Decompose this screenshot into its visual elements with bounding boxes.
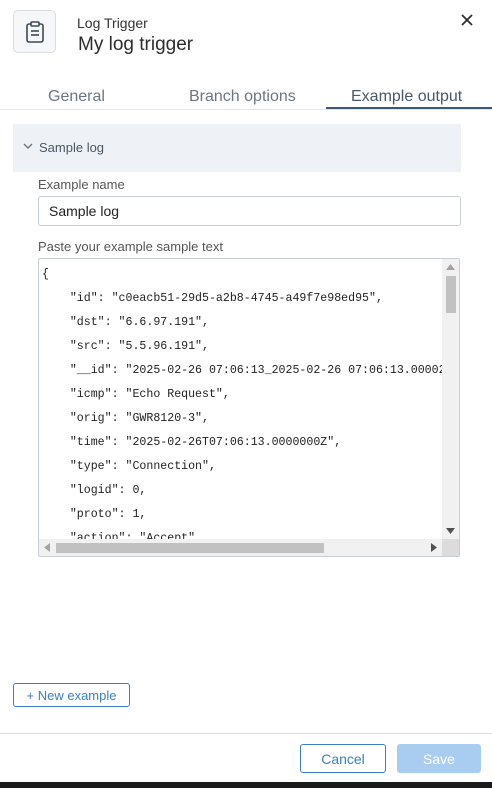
clipboard-icon (25, 20, 44, 43)
tab-branch-options[interactable]: Branch options (189, 88, 296, 106)
cancel-button[interactable]: Cancel (300, 744, 386, 773)
close-button[interactable] (458, 11, 476, 29)
tab-bar: General Branch options Example output (0, 84, 492, 110)
new-example-button[interactable]: + New example (13, 683, 130, 707)
tab-example-output[interactable]: Example output (351, 88, 462, 106)
example-name-label: Example name (38, 177, 125, 192)
close-icon (461, 14, 473, 26)
vertical-scrollbar[interactable] (442, 259, 459, 540)
scroll-left-icon[interactable] (44, 543, 50, 552)
code-line: "src": "5.5.96.191", (42, 340, 209, 353)
example-name-input[interactable] (38, 196, 461, 226)
active-tab-indicator (326, 107, 492, 109)
code-line: "logid": 0, (42, 484, 147, 497)
scroll-right-icon[interactable] (431, 543, 437, 552)
horizontal-scroll-thumb[interactable] (56, 543, 324, 553)
code-line: "__id": "2025-02-26 07:06:13_2025-02-26 … (42, 364, 460, 377)
trigger-type-icon (13, 10, 56, 53)
panel-header: Log Trigger My log trigger (0, 0, 492, 72)
code-line: "time": "2025-02-26T07:06:13.0000000Z", (42, 436, 342, 449)
trigger-name: My log trigger (78, 34, 194, 55)
code-line: "icmp": "Echo Request", (42, 388, 230, 401)
sample-text-editor[interactable]: { "id": "c0eacb51-29d5-a2b8-4745-a49f7e9… (38, 258, 460, 557)
scroll-down-icon[interactable] (446, 528, 455, 534)
save-button[interactable]: Save (397, 744, 481, 773)
code-content: { "id": "c0eacb51-29d5-a2b8-4745-a49f7e9… (42, 263, 460, 551)
taskbar-edge (0, 782, 492, 788)
scrollbar-corner (442, 539, 459, 556)
footer-divider (0, 733, 492, 734)
horizontal-scrollbar[interactable] (39, 539, 459, 556)
trigger-type-label: Log Trigger (77, 15, 148, 31)
code-line: { (42, 268, 49, 281)
code-line: "orig": "GWR8120-3", (42, 412, 209, 425)
sample-text-label: Paste your example sample text (38, 239, 223, 254)
chevron-down-icon (23, 143, 33, 149)
code-line: "type": "Connection", (42, 460, 216, 473)
tab-general[interactable]: General (48, 88, 105, 106)
sample-log-section-header[interactable]: Sample log (13, 124, 461, 172)
code-line: "proto": 1, (42, 508, 147, 521)
section-title: Sample log (39, 140, 105, 155)
code-line: "id": "c0eacb51-29d5-a2b8-4745-a49f7e98e… (42, 292, 383, 305)
vertical-scroll-thumb[interactable] (446, 276, 456, 313)
scroll-up-icon[interactable] (446, 264, 455, 270)
code-line: "dst": "6.6.97.191", (42, 316, 209, 329)
